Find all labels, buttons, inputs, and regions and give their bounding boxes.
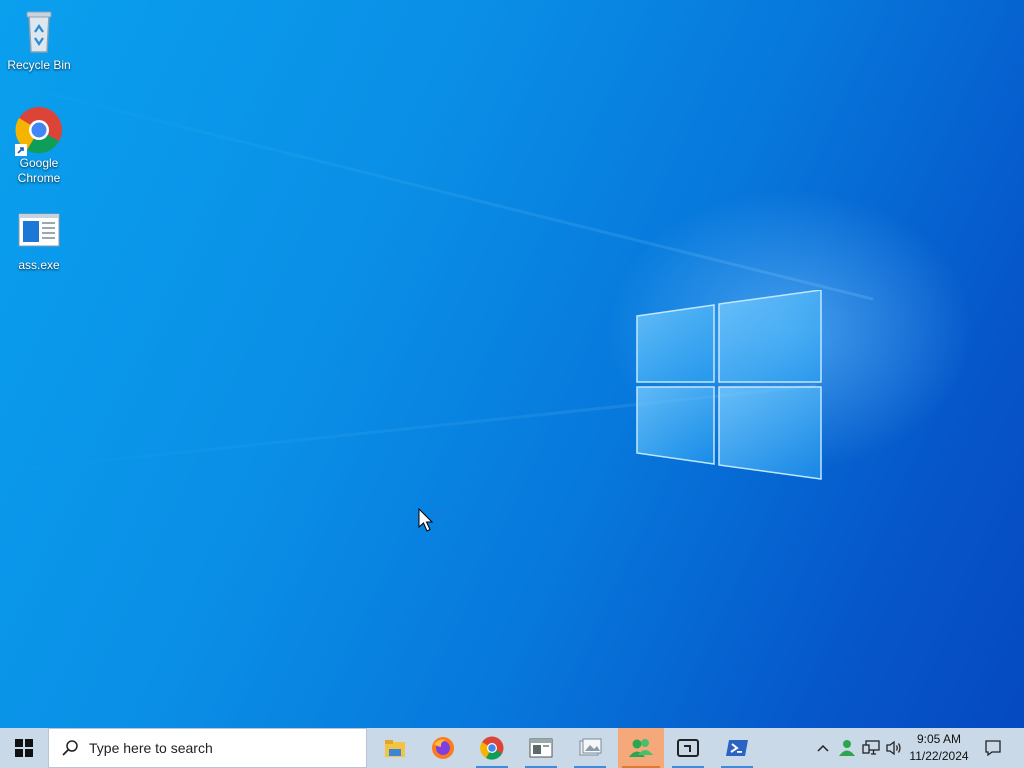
tray-user-status[interactable] [836,728,858,768]
taskbar-chrome[interactable] [472,728,512,768]
taskbar-users-app[interactable] [618,728,664,768]
window-app-icon [529,738,553,758]
clock-date: 11/22/2024 [909,749,969,763]
search-placeholder: Type here to search [89,740,213,756]
powershell-icon [726,740,748,756]
shortcut-arrow-icon [15,144,27,156]
clock-time: 9:05 AM [916,732,962,746]
desktop-icon-label: ass.exe [18,258,60,272]
windows-start-icon [15,739,33,757]
recycle-bin-icon [15,8,63,56]
chrome-icon [15,106,63,156]
file-explorer-icon [385,740,405,757]
network-icon [862,740,880,755]
taskbar-powershell[interactable] [717,728,757,768]
start-button[interactable] [0,728,48,768]
tray-network[interactable] [860,728,882,768]
taskbar-images-app[interactable] [570,728,610,768]
users-app-icon [629,739,653,757]
tray-volume[interactable] [883,728,905,768]
user-status-icon [839,740,855,756]
firefox-icon [432,737,454,759]
taskbar-window-app[interactable] [521,728,561,768]
taskbar-firefox[interactable] [423,728,463,768]
desktop-icon-ass-exe[interactable]: ass.exe [4,208,74,273]
windows-logo-wallpaper [636,290,822,480]
chrome-icon [480,736,504,760]
clock[interactable]: 9:05 AM 11/22/2024 [906,731,972,765]
action-center-button[interactable] [976,728,1010,768]
taskbar: Type here to search 9:05 AM 11/22/2024 [0,728,1024,768]
taskbar-terminal-box[interactable] [668,728,708,768]
desktop[interactable]: Recycle Bin Google Chrome ass.exe [0,0,1024,728]
mouse-cursor-busy-icon [418,508,442,532]
desktop-icon-label: Recycle Bin [7,58,71,72]
desktop-icon-label: Google Chrome [17,156,61,185]
search-icon [62,740,78,756]
desktop-icon-google-chrome[interactable]: Google Chrome [4,106,74,186]
desktop-icon-recycle-bin[interactable]: Recycle Bin [4,8,74,73]
taskbar-file-explorer[interactable] [375,728,415,768]
volume-icon [886,740,901,756]
notification-icon [985,740,1001,757]
terminal-box-icon [677,739,699,757]
chevron-up-icon [817,744,829,752]
search-box[interactable]: Type here to search [48,728,367,768]
images-app-icon [579,738,602,756]
tray-overflow-button[interactable] [812,728,834,768]
exe-file-icon [15,208,63,256]
